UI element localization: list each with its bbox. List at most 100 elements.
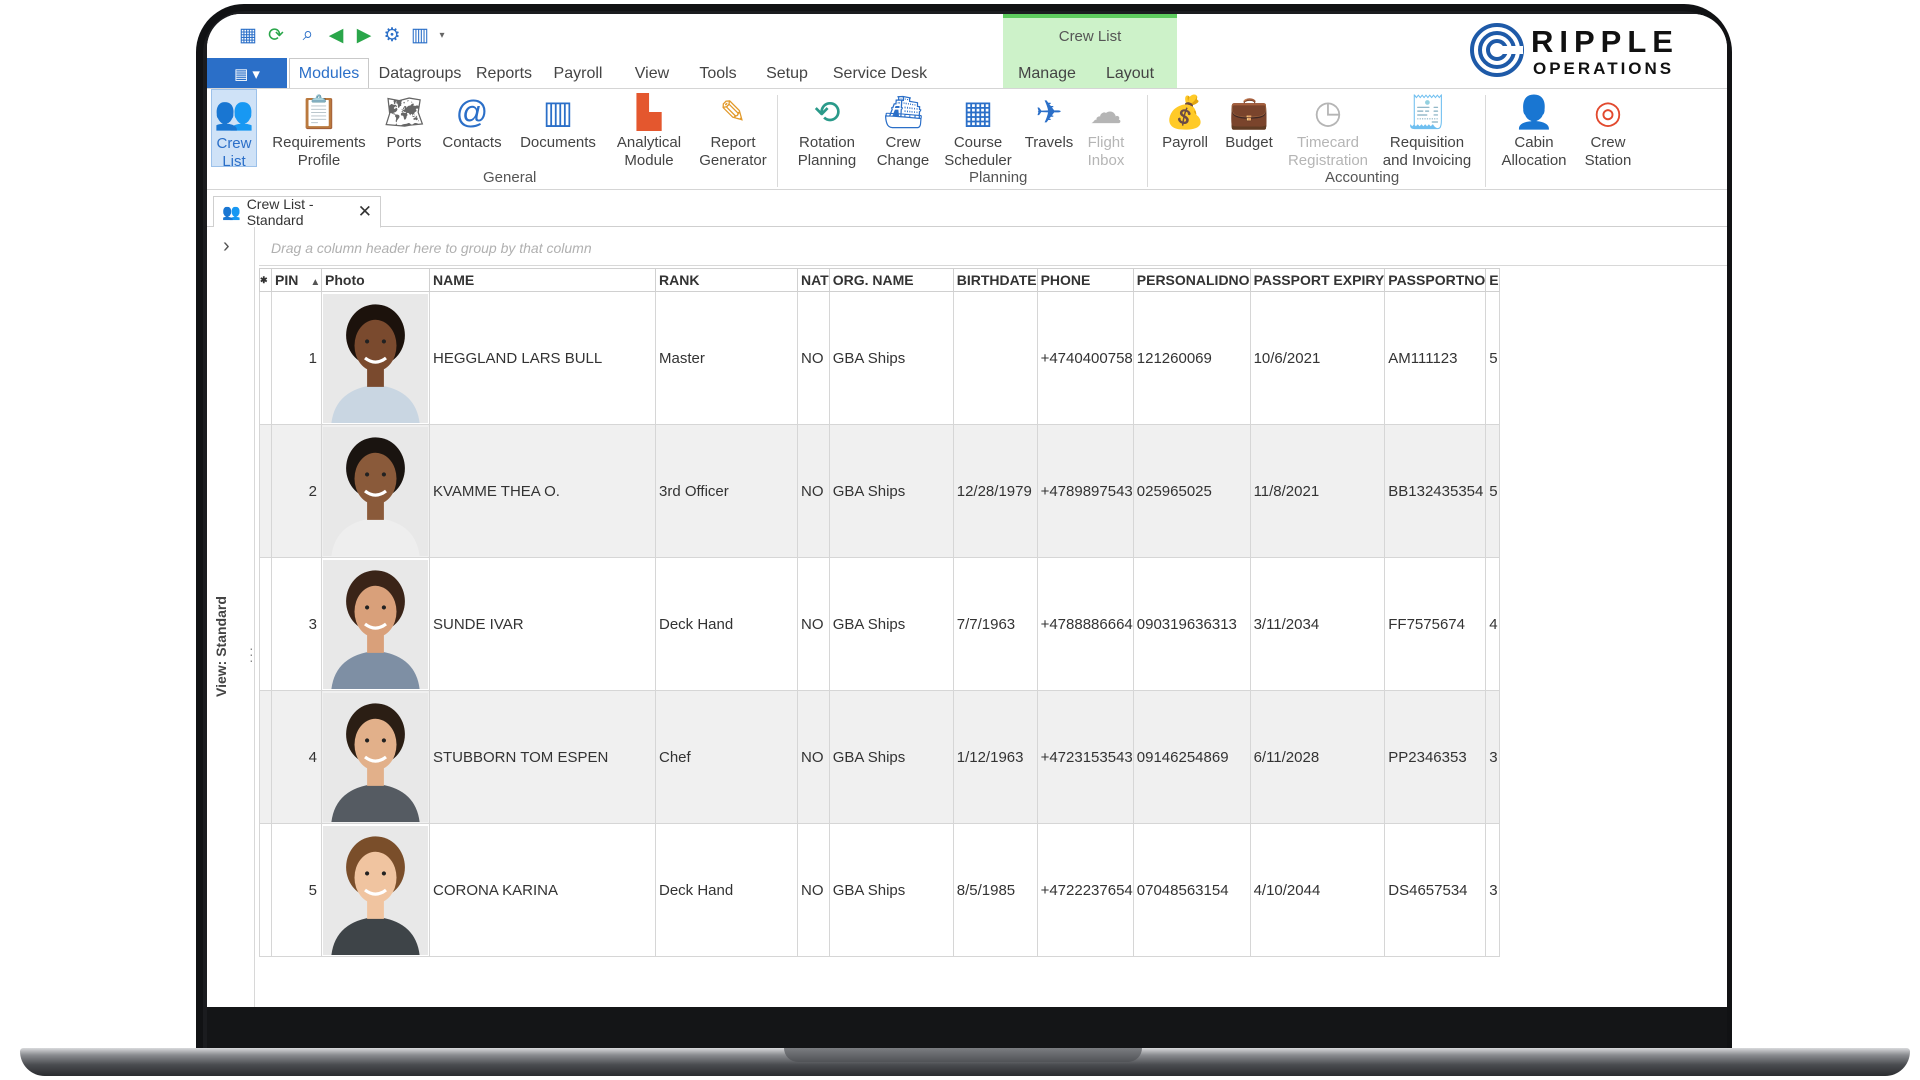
cabin-allocation-button[interactable]: 👤 Cabin Allocation (1495, 89, 1573, 169)
tab-reports[interactable]: Reports (469, 58, 539, 89)
pin-cell: 5 (271, 823, 322, 957)
column-header-name[interactable]: NAME (429, 268, 656, 292)
documents-button[interactable]: ▥ Documents (513, 89, 603, 167)
crew-station-button[interactable]: ◎ Crew Station (1577, 89, 1639, 169)
row-indicator-cell[interactable] (259, 291, 272, 425)
requisition-invoicing-button[interactable]: 🧾 Requisition and Invoicing (1375, 89, 1479, 169)
cabin-allocation-icon: 👤 (1514, 94, 1554, 130)
column-header-e[interactable]: E (1485, 268, 1500, 292)
e-cell: 3 (1485, 823, 1500, 957)
passport-expiry-cell: 4/10/2044 (1249, 823, 1386, 957)
table-row[interactable]: 1 HEGGLAND LARS BULL Master NO GBA Ships +474… (259, 291, 1500, 425)
phone-cell: +4740400758 (1036, 291, 1134, 425)
contacts-button[interactable]: @ Contacts (435, 89, 509, 167)
building-icon[interactable]: ▦ (237, 24, 259, 46)
column-header-org-name[interactable]: ORG. NAME (828, 268, 954, 292)
app-window: ▦ ⟳ ⌕ ◀ ▶ ⚙ ▥ ▾ Crew List RIPPLE OPERATI… (207, 14, 1727, 1007)
crew-photo (323, 426, 428, 556)
payroll-icon: 💰 (1165, 94, 1205, 130)
column-header-passport-expiry[interactable]: PASSPORT EXPIRY (1249, 268, 1386, 292)
tab-datagroups[interactable]: Datagroups (375, 58, 465, 89)
forward-icon[interactable]: ▶ (353, 24, 375, 46)
refresh-icon[interactable]: ⟳ (265, 24, 287, 46)
crew-photo (323, 692, 428, 822)
org-name-cell: GBA Ships (828, 424, 954, 558)
table-header-row: ✱ PIN ▲ Photo NAME RANK NAT ORG. NAME BIR… (259, 268, 1500, 292)
close-icon[interactable]: ✕ (358, 202, 372, 222)
rotation-planning-icon: ⟲ (813, 94, 841, 130)
crew-change-button[interactable]: ⛴ Crew Change (871, 89, 935, 169)
crew-photo (323, 825, 428, 955)
birthdate-cell: 1/12/1963 (952, 690, 1038, 824)
passport-expiry-cell: 3/11/2034 (1249, 557, 1386, 691)
name-cell: KVAMME THEA O. (429, 424, 656, 558)
column-header-pin[interactable]: PIN ▲ (271, 268, 322, 292)
doc-tab-crew-list-standard[interactable]: 👥 Crew List - Standard ✕ (213, 196, 381, 228)
tab-setup[interactable]: Setup (759, 58, 815, 89)
tab-manage[interactable]: Manage (1011, 58, 1083, 89)
tab-service-desk[interactable]: Service Desk (827, 58, 933, 89)
column-header-phone[interactable]: PHONE (1036, 268, 1134, 292)
photo-cell (321, 424, 430, 558)
birthdate-cell (952, 291, 1038, 425)
column-header-personalidno[interactable]: PERSONALIDNO (1132, 268, 1251, 292)
column-header-nat[interactable]: NAT (797, 268, 830, 292)
crew-list-button[interactable]: 👥 Crew List (211, 89, 257, 170)
name-cell: HEGGLAND LARS BULL (429, 291, 656, 425)
table-row[interactable]: 2 KVAMME THEA O. 3rd Officer NO GBA Ships 12/… (259, 424, 1500, 558)
report-generator-button[interactable]: ✎ Report Generator (693, 89, 773, 169)
course-scheduler-button[interactable]: ▦ Course Scheduler (939, 89, 1017, 169)
document-tab-strip: 👥 Crew List - Standard ✕ (207, 190, 1727, 228)
payroll-button[interactable]: 💰 Payroll (1155, 89, 1215, 167)
org-name-cell: GBA Ships (828, 557, 954, 691)
requirements-profile-button[interactable]: 📋 Requirements Profile (267, 89, 371, 169)
row-indicator-cell[interactable] (259, 424, 272, 558)
ports-button[interactable]: 🗺 Ports (377, 89, 431, 167)
application-menu-button[interactable]: ▤ ▾ (207, 58, 287, 89)
column-header-birthdate[interactable]: BIRTHDATE (952, 268, 1038, 292)
passport-expiry-cell: 11/8/2021 (1249, 424, 1386, 558)
sync-icon[interactable]: ⚙ (381, 24, 403, 46)
nat-cell: NO (797, 823, 830, 957)
analytical-module-button[interactable]: ▙ Analytical Module (607, 89, 691, 169)
logo-word-operations: OPERATIONS (1533, 59, 1675, 78)
rotation-planning-button[interactable]: ⟲ Rotation Planning (785, 89, 869, 169)
ripple-operations-logo: RIPPLE OPERATIONS (1469, 22, 1689, 84)
tab-modules[interactable]: Modules (289, 58, 369, 89)
tab-layout[interactable]: Layout (1095, 58, 1165, 89)
rank-cell: Deck Hand (655, 557, 798, 691)
travels-button[interactable]: ✈ Travels (1021, 89, 1077, 167)
budget-button[interactable]: 💼 Budget (1219, 89, 1279, 167)
travels-icon: ✈ (1035, 94, 1063, 130)
analytical-module-icon: ▙ (636, 94, 662, 130)
flight-inbox-button[interactable]: ☁ Flight Inbox (1079, 89, 1133, 169)
tab-payroll[interactable]: Payroll (543, 58, 613, 89)
timecard-registration-button[interactable]: ◷ Timecard Registration (1283, 89, 1373, 169)
back-icon[interactable]: ◀ (325, 24, 347, 46)
personalidno-cell: 07048563154 (1132, 823, 1251, 957)
resize-grip-icon[interactable]: · · · (249, 641, 254, 667)
row-indicator-cell[interactable] (259, 557, 272, 691)
passportno-cell: DS4657534 (1384, 823, 1487, 957)
row-indicator-cell[interactable] (259, 823, 272, 957)
table-row[interactable]: 5 CORONA KARINA Deck Hand NO GBA Ships 8/5/19… (259, 823, 1500, 957)
crew-photo (323, 559, 428, 689)
chevron-right-icon[interactable]: › (223, 235, 230, 258)
org-name-cell: GBA Ships (828, 690, 954, 824)
phone-cell: +4723153543 (1036, 690, 1134, 824)
table-row[interactable]: 3 SUNDE IVAR Deck Hand NO GBA Ships 7/7/1963 +… (259, 557, 1500, 691)
table-row[interactable]: 4 STUBBORN TOM ESPEN Chef NO GBA Ships 1/12/1… (259, 690, 1500, 824)
row-indicator-header[interactable]: ✱ (259, 268, 272, 292)
row-indicator-cell[interactable] (259, 690, 272, 824)
column-header-passportno[interactable]: PASSPORTNO (1384, 268, 1487, 292)
chart-icon[interactable]: ▥ (409, 24, 431, 46)
phone-cell: +4722237654 (1036, 823, 1134, 957)
customize-dropdown-icon[interactable]: ▾ (431, 24, 453, 46)
tab-tools[interactable]: Tools (693, 58, 743, 89)
rank-cell: Master (655, 291, 798, 425)
column-header-photo[interactable]: Photo (321, 268, 430, 292)
group-by-hint[interactable]: Drag a column header here to group by th… (259, 230, 1727, 266)
search-icon[interactable]: ⌕ (297, 24, 319, 46)
tab-view[interactable]: View (627, 58, 677, 89)
column-header-rank[interactable]: RANK (655, 268, 798, 292)
